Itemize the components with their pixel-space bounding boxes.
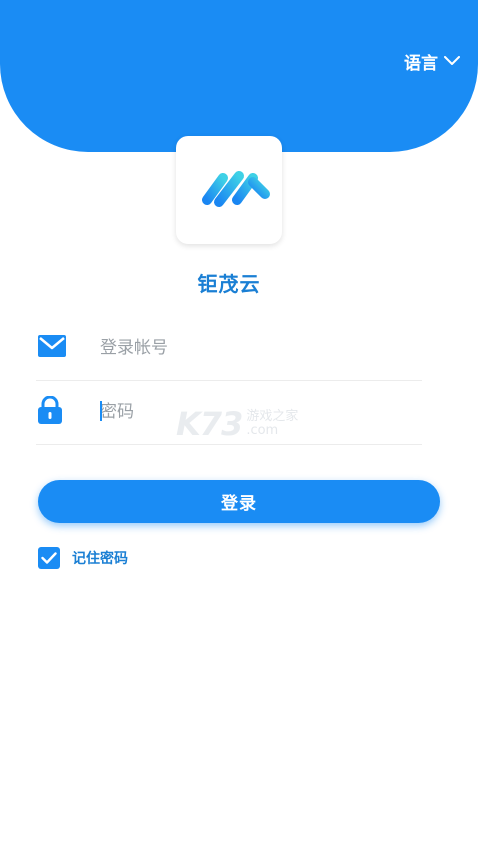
language-selector[interactable]: 语言 <box>404 50 460 74</box>
remember-label: 记住密码 <box>72 551 128 567</box>
account-field <box>36 316 422 381</box>
password-input[interactable] <box>100 392 400 432</box>
language-label: 语言 <box>404 53 438 74</box>
password-field <box>36 380 422 445</box>
account-input[interactable] <box>100 328 400 368</box>
mail-icon <box>38 335 66 361</box>
remember-checkbox[interactable] <box>38 547 60 569</box>
lock-icon <box>38 395 62 428</box>
login-button[interactable]: 登录 <box>38 480 440 523</box>
app-name: 钜茂云 <box>197 272 261 296</box>
remember-password-toggle[interactable]: 记住密码 <box>38 546 128 570</box>
header-banner <box>0 0 478 152</box>
chevron-down-icon <box>444 56 460 66</box>
text-cursor <box>100 401 102 421</box>
app-logo <box>176 136 282 244</box>
check-icon <box>41 552 57 564</box>
